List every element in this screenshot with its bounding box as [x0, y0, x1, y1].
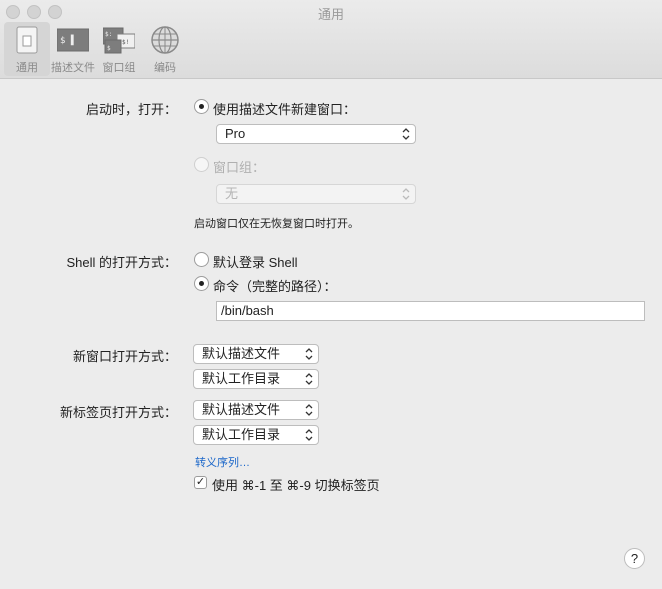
- escape-sequences-link[interactable]: 转义序列…: [195, 454, 250, 470]
- startup-profile-value: Pro: [225, 126, 246, 141]
- new-tab-directory-popup[interactable]: 默认工作目录: [193, 425, 319, 445]
- new-window-profile-value: 默认描述文件: [202, 346, 281, 361]
- window-title: 通用: [317, 7, 344, 22]
- globe-icon: [151, 26, 179, 54]
- svg-text:$:: $:: [105, 31, 112, 38]
- tab-encodings-label: 编码: [154, 62, 176, 74]
- command-label: 命令（完整的路径）：: [213, 279, 337, 294]
- new-tab-profile-value: 默认描述文件: [202, 402, 281, 417]
- tab-window-groups-label: 窗口组: [102, 62, 136, 74]
- tab-shortcut-label: 使用 ⌘-1 至 ⌘-9 切换标签页: [212, 478, 380, 493]
- chevron-updown-icon: [305, 429, 313, 441]
- svg-text:$!: $!: [122, 39, 129, 46]
- preferences-toolbar: 通用 $ ▌ 描述文件 $: $! $ 窗口组 编码: [4, 22, 188, 76]
- tab-shortcut-checkbox[interactable]: ✓: [194, 476, 207, 489]
- chevron-updown-icon: [305, 348, 313, 360]
- new-tab-directory-value: 默认工作目录: [202, 427, 281, 442]
- window-group-value: 无: [225, 186, 239, 201]
- new-tab-profile-popup[interactable]: 默认描述文件: [193, 400, 319, 420]
- tab-profiles-label: 描述文件: [51, 62, 95, 74]
- startup-profile-popup[interactable]: Pro: [216, 124, 416, 144]
- default-login-shell-label: 默认登录 Shell: [213, 255, 298, 270]
- chevron-updown-icon: [305, 373, 313, 385]
- new-window-with-profile-radio[interactable]: [194, 99, 209, 114]
- chevron-updown-icon: [402, 188, 410, 200]
- window-group-popup[interactable]: 无: [216, 184, 416, 204]
- new-window-directory-value: 默认工作目录: [202, 371, 281, 386]
- chevron-updown-icon: [402, 128, 410, 140]
- shell-label: Shell 的打开方式：: [66, 255, 177, 270]
- help-button[interactable]: ?: [624, 548, 645, 569]
- terminal-profile-icon: $ ▌: [57, 28, 89, 52]
- new-window-profile-popup[interactable]: 默认描述文件: [193, 344, 319, 364]
- chevron-updown-icon: [305, 404, 313, 416]
- tab-general-label: 通用: [16, 62, 38, 74]
- command-path-field[interactable]: /bin/bash: [216, 301, 645, 321]
- new-window-label: 新窗口打开方式：: [72, 349, 177, 364]
- window-group-radio[interactable]: [194, 157, 209, 172]
- tab-profiles[interactable]: $ ▌ 描述文件: [50, 22, 96, 76]
- tab-window-groups[interactable]: $: $! $ 窗口组: [96, 22, 142, 76]
- svg-text:$ ▌: $ ▌: [60, 34, 76, 46]
- window-titlebar: 通用 通用 $ ▌ 描述文件 $: $! $ 窗口组 编码: [0, 0, 662, 79]
- new-window-directory-popup[interactable]: 默认工作目录: [193, 369, 319, 389]
- startup-note: 启动窗口仅在无恢复窗口时打开。: [194, 218, 359, 230]
- window-group-icon: $: $! $: [103, 27, 135, 54]
- new-window-with-profile-label: 使用描述文件新建窗口：: [213, 102, 357, 117]
- svg-text:$: $: [107, 45, 111, 52]
- tab-general[interactable]: 通用: [4, 22, 50, 76]
- switch-icon: [16, 26, 38, 54]
- tab-encodings[interactable]: 编码: [142, 22, 188, 76]
- command-radio[interactable]: [194, 276, 209, 291]
- new-tab-label: 新标签页打开方式：: [59, 405, 177, 420]
- window-group-label: 窗口组：: [213, 160, 266, 175]
- default-login-shell-radio[interactable]: [194, 252, 209, 267]
- startup-label: 启动时，打开：: [85, 102, 177, 117]
